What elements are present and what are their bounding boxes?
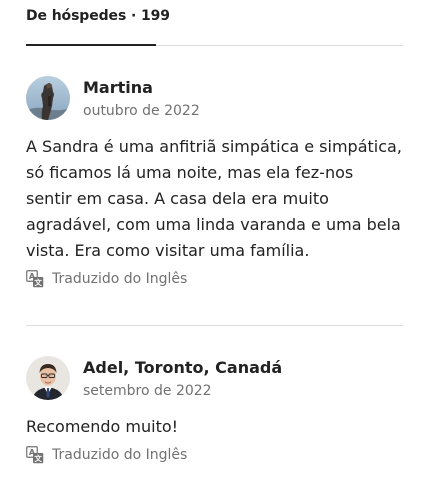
svg-text:文: 文 bbox=[34, 453, 42, 463]
avatar-image bbox=[26, 76, 70, 120]
svg-text:文: 文 bbox=[34, 277, 42, 287]
translation-label: Traduzido do Inglês bbox=[52, 447, 188, 463]
translation-note: A 文 Traduzido do Inglês bbox=[26, 446, 187, 464]
reviews-page: De hóspedes · 199 Martina outubro de 202… bbox=[0, 0, 426, 500]
reviewer-name: Martina bbox=[83, 78, 153, 97]
review-date: setembro de 2022 bbox=[83, 383, 212, 399]
reviewer-name: Adel, Toronto, Canadá bbox=[83, 358, 283, 377]
review-text: A Sandra é uma anfitriã simpática e simp… bbox=[26, 137, 402, 260]
avatar[interactable] bbox=[26, 76, 70, 120]
translation-note: A 文 Traduzido do Inglês bbox=[26, 270, 187, 288]
avatar-image bbox=[26, 356, 70, 400]
review-tabs: De hóspedes · 199 bbox=[0, 0, 426, 46]
tab-guest-reviews[interactable]: De hóspedes · 199 bbox=[26, 8, 170, 24]
translate-icon: A 文 bbox=[26, 446, 44, 464]
review-date: outubro de 2022 bbox=[83, 103, 200, 119]
translate-icon: A 文 bbox=[26, 270, 44, 288]
avatar[interactable] bbox=[26, 356, 70, 400]
review-text: Recomendo muito! bbox=[26, 417, 179, 436]
review-divider bbox=[26, 325, 403, 326]
tab-active-underline bbox=[26, 44, 156, 46]
translation-label: Traduzido do Inglês bbox=[52, 271, 188, 287]
